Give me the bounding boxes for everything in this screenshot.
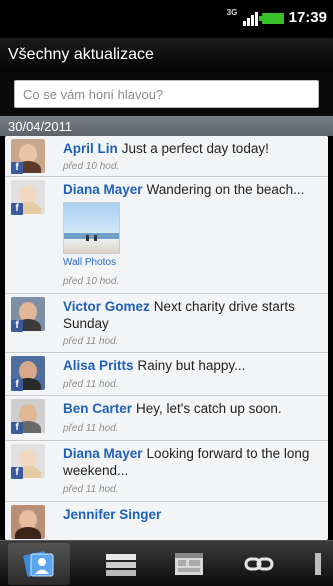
- facebook-icon: f: [11, 422, 23, 434]
- feed-post[interactable]: f Diana Mayer Wandering on the beach... W…: [5, 177, 328, 294]
- post-time: před 11 hod.: [63, 379, 119, 390]
- status-input[interactable]: Co se vám honí hlavou?: [14, 80, 319, 108]
- feed-post[interactable]: f Victor Gomez Next charity drive starts …: [5, 294, 328, 353]
- post-time: před 10 hod.: [63, 161, 120, 172]
- post-author[interactable]: Diana Mayer: [63, 182, 143, 197]
- post-author[interactable]: Diana Mayer: [63, 446, 143, 461]
- date-label: 30/04/2011: [8, 119, 73, 134]
- status-clock: 17:39: [288, 9, 327, 26]
- photos-icon: [175, 553, 203, 575]
- feed-list[interactable]: f April Lin Just a perfect day today! pře…: [5, 136, 328, 540]
- facebook-icon: f: [11, 467, 23, 479]
- more-icon: [314, 553, 321, 575]
- network-type-indicator: 3G: [226, 8, 238, 17]
- feed-post[interactable]: f Alisa Pritts Rainy but happy... před 11…: [5, 353, 328, 396]
- tab-photos[interactable]: [158, 543, 220, 585]
- tab-links[interactable]: [228, 543, 290, 585]
- status-composer: Co se vám honí hlavou?: [0, 72, 333, 116]
- links-icon: [244, 557, 274, 571]
- feed-post[interactable]: f Diana Mayer Looking forward to the long…: [5, 441, 328, 502]
- avatar: [11, 505, 45, 539]
- signal-icon: [243, 10, 259, 26]
- post-author[interactable]: Alisa Pritts: [63, 358, 134, 373]
- tab-status[interactable]: [90, 543, 152, 585]
- post-time: před 11 hod.: [63, 484, 119, 495]
- post-author[interactable]: Victor Gomez: [63, 299, 150, 314]
- bottom-tab-bar: [0, 540, 333, 586]
- feed-post[interactable]: Jennifer Singer: [5, 502, 328, 540]
- post-author[interactable]: April Lin: [63, 141, 118, 156]
- post-text: Wandering on the beach...: [146, 182, 305, 197]
- post-text: Just a perfect day today!: [121, 141, 269, 156]
- post-time: před 11 hod.: [63, 336, 119, 347]
- battery-icon: [259, 13, 284, 24]
- facebook-icon: f: [11, 162, 23, 174]
- tab-friends-stream[interactable]: [8, 543, 70, 585]
- facebook-icon: f: [11, 379, 23, 391]
- date-header: 30/04/2011: [0, 116, 333, 136]
- friends-stream-icon: [23, 551, 54, 577]
- post-photo[interactable]: [63, 202, 120, 254]
- status-bar: 3G 17:39: [0, 0, 333, 38]
- feed-post[interactable]: f April Lin Just a perfect day today! pře…: [5, 136, 328, 177]
- facebook-icon: f: [11, 203, 23, 215]
- status-list-icon: [106, 554, 136, 576]
- app-header: Všechny aktualizace: [0, 38, 333, 72]
- facebook-icon: f: [11, 320, 23, 332]
- photo-album-link[interactable]: Wall Photos: [63, 257, 116, 268]
- post-author[interactable]: Ben Carter: [63, 401, 132, 416]
- post-time: před 10 hod.: [63, 276, 120, 287]
- post-text: Hey, let's catch up soon.: [136, 401, 282, 416]
- post-text: Rainy but happy...: [137, 358, 246, 373]
- feed-post[interactable]: f Ben Carter Hey, let's catch up soon. př…: [5, 396, 328, 441]
- post-author[interactable]: Jennifer Singer: [63, 507, 161, 522]
- post-time: před 11 hod.: [63, 423, 119, 434]
- tab-more[interactable]: [292, 543, 333, 585]
- page-title: Všechny aktualizace: [8, 46, 154, 63]
